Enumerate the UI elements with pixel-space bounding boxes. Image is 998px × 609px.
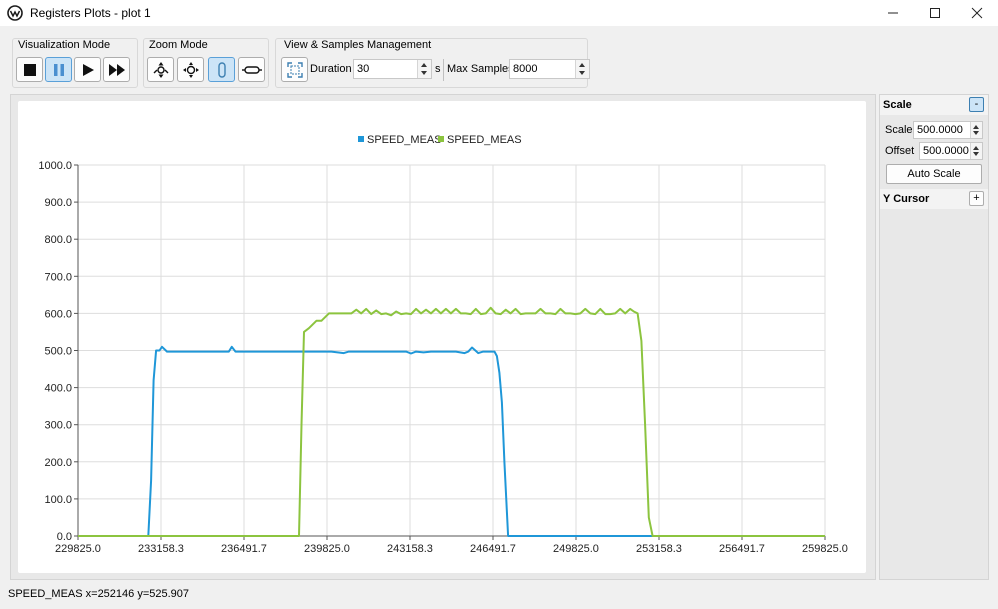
app-logo-icon <box>7 5 23 21</box>
scale-section-header: Scale - <box>880 95 988 115</box>
y-tick-label: 400.0 <box>44 383 72 395</box>
legend-swatch-1 <box>358 136 364 142</box>
series-line-2 <box>78 306 825 537</box>
spin-down-icon <box>973 131 979 135</box>
plot-card[interactable]: 0.0 100.0 200.0 300.0 400.0 500.0 600.0 700.0 80… <box>18 101 866 573</box>
view-samples-group: View & Samples Management Duration 30 s … <box>275 38 590 88</box>
x-tick-label: 229825.0 <box>55 543 101 555</box>
zoom-vertical-icon <box>217 61 226 78</box>
x-tick-label: 256491.7 <box>719 543 765 555</box>
zoom-horizontal-button[interactable] <box>238 57 265 82</box>
speed-chart[interactable]: 0.0 100.0 200.0 300.0 400.0 500.0 600.0 700.0 80… <box>18 101 866 573</box>
series-line-1 <box>78 345 825 537</box>
separator <box>443 59 444 81</box>
spin-down-icon <box>973 152 979 156</box>
spin-down-icon <box>579 71 585 75</box>
scale-stepper[interactable] <box>970 122 982 138</box>
chart-legend: SPEED_MEAS SPEED_MEAS <box>358 134 522 146</box>
y-tick-label: 0.0 <box>57 531 72 543</box>
chart-grid <box>77 164 826 537</box>
zoom-xy-button[interactable] <box>147 57 174 82</box>
ycursor-expand-button[interactable]: + <box>969 191 984 206</box>
spin-up-icon <box>973 146 979 150</box>
fast-forward-button[interactable] <box>103 57 130 82</box>
close-icon[interactable] <box>956 0 998 26</box>
x-tick-label: 259825.0 <box>802 543 848 555</box>
offset-spinbox[interactable]: 500.0000 <box>919 142 983 160</box>
minimize-icon[interactable] <box>872 0 914 26</box>
offset-label: Offset <box>885 145 915 157</box>
window-title: Registers Plots - plot 1 <box>30 6 151 20</box>
side-panel: Scale - Scale 500.0000 Offset 500.0000 A… <box>879 94 989 580</box>
pan-icon <box>182 61 199 78</box>
scale-value: 500.0000 <box>917 124 963 136</box>
view-samples-label: View & Samples Management <box>284 39 432 51</box>
y-tick-label: 1000.0 <box>38 160 72 172</box>
spin-up-icon <box>579 63 585 67</box>
chart-series <box>78 306 825 537</box>
x-tick-label: 243158.3 <box>387 543 433 555</box>
x-tick-label: 233158.3 <box>138 543 184 555</box>
y-tick-label: 300.0 <box>44 420 72 432</box>
visualization-mode-group: Visualization Mode <box>12 38 138 88</box>
spin-down-icon <box>421 71 427 75</box>
status-text: SPEED_MEAS x=252146 y=525.907 <box>8 588 190 600</box>
offset-stepper[interactable] <box>970 143 982 159</box>
scale-spinbox[interactable]: 500.0000 <box>913 121 983 139</box>
play-button[interactable] <box>74 57 101 82</box>
duration-label: Duration <box>310 63 352 75</box>
max-samples-label: Max Samples <box>447 63 514 75</box>
fit-view-icon <box>286 61 303 78</box>
scale-collapse-button[interactable]: - <box>969 97 984 112</box>
duration-stepper[interactable] <box>417 60 431 78</box>
stop-button[interactable] <box>16 57 43 82</box>
legend-swatch-2 <box>438 136 444 142</box>
chart-axes: 0.0 100.0 200.0 300.0 400.0 500.0 600.0 700.0 80… <box>38 160 848 555</box>
ycursor-title: Y Cursor <box>883 193 930 205</box>
ycursor-section-header: Y Cursor + <box>880 189 988 209</box>
x-tick-label: 253158.3 <box>636 543 682 555</box>
zoom-mode-group: Zoom Mode <box>143 38 269 88</box>
max-samples-stepper[interactable] <box>575 60 589 78</box>
zoom-vertical-button[interactable] <box>208 57 235 82</box>
spin-up-icon <box>973 125 979 129</box>
pause-button[interactable] <box>45 57 72 82</box>
duration-value: 30 <box>357 63 370 75</box>
stop-icon <box>23 63 36 76</box>
maximize-icon[interactable] <box>914 0 956 26</box>
zoom-xy-icon <box>153 61 168 78</box>
y-tick-label: 800.0 <box>44 234 72 246</box>
duration-spinbox[interactable]: 30 <box>353 59 432 79</box>
y-tick-label: 700.0 <box>44 271 72 283</box>
fit-view-button[interactable] <box>281 57 308 82</box>
spin-up-icon <box>421 63 427 67</box>
fast-forward-icon <box>108 63 125 76</box>
y-tick-label: 500.0 <box>44 346 72 358</box>
pause-icon <box>53 63 64 76</box>
auto-scale-button[interactable]: Auto Scale <box>886 164 982 184</box>
legend-label-2: SPEED_MEAS <box>447 134 522 146</box>
x-tick-label: 236491.7 <box>221 543 267 555</box>
y-tick-label: 600.0 <box>44 308 72 320</box>
x-tick-label: 239825.0 <box>304 543 350 555</box>
play-icon <box>82 63 94 76</box>
legend-label-1: SPEED_MEAS <box>367 134 442 146</box>
pan-button[interactable] <box>177 57 204 82</box>
scale-title: Scale <box>883 99 912 111</box>
visualization-mode-label: Visualization Mode <box>18 39 111 51</box>
y-tick-label: 200.0 <box>44 457 72 469</box>
offset-value: 500.0000 <box>923 145 969 157</box>
zoom-horizontal-icon <box>241 65 262 74</box>
max-samples-spinbox[interactable]: 8000 <box>509 59 590 79</box>
title-bar: Registers Plots - plot 1 <box>0 0 998 26</box>
x-tick-label: 249825.0 <box>553 543 599 555</box>
zoom-mode-label: Zoom Mode <box>149 39 208 51</box>
x-tick-label: 246491.7 <box>470 543 516 555</box>
duration-unit: s <box>435 63 441 75</box>
scale-label: Scale <box>885 124 913 136</box>
y-tick-label: 900.0 <box>44 197 72 209</box>
max-samples-value: 8000 <box>513 63 538 75</box>
y-tick-label: 100.0 <box>44 494 72 506</box>
